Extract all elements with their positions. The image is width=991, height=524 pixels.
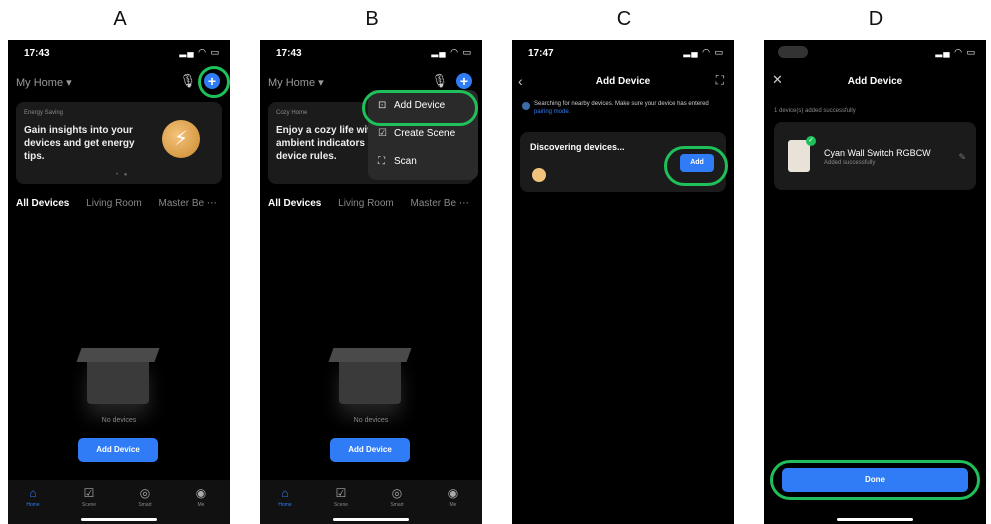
- status-time: 17:43: [276, 48, 302, 59]
- room-tabs: All Devices Living Room Master Be ⋯: [16, 198, 226, 209]
- highlight-ring: [362, 90, 478, 126]
- home-icon: ⌂: [29, 486, 37, 500]
- card-tag: Energy Saving: [24, 110, 64, 116]
- tab-home[interactable]: ⌂ Home: [260, 486, 310, 508]
- scene-icon: ☑: [378, 128, 387, 139]
- add-device-button[interactable]: Add Device: [330, 438, 410, 462]
- pairing-mode-link[interactable]: pairing mode.: [534, 109, 570, 115]
- plus-icon[interactable]: +: [456, 73, 472, 89]
- home-indicator: [837, 518, 913, 521]
- search-status: Searching for nearby devices. Make sure …: [522, 100, 724, 116]
- panel-label-b: B: [365, 8, 379, 30]
- tab-living-room[interactable]: Living Room: [338, 198, 394, 209]
- phone-screen-b: 17:43 ▂▄ ◠ ▭ My Home ▾ 🎙 + Cozy Home Enj…: [260, 40, 482, 524]
- scene-icon: ☑: [335, 486, 347, 500]
- tab-smart[interactable]: ◎ Smart: [372, 486, 422, 508]
- home-icon: ⌂: [281, 486, 289, 500]
- tab-all-devices[interactable]: All Devices: [268, 198, 321, 209]
- device-image: [788, 140, 810, 172]
- tab-master-bedroom[interactable]: Master Be ⋯: [159, 198, 217, 209]
- tab-me[interactable]: ◉ Me: [428, 486, 478, 508]
- empty-box-icon: [87, 358, 149, 404]
- empty-label: No devices: [101, 417, 137, 424]
- panel-label-d: D: [868, 8, 884, 30]
- home-indicator: [81, 518, 157, 521]
- home-selector[interactable]: My Home ▾: [268, 76, 324, 89]
- status-icons: ▂▄ ◠ ▭: [431, 47, 472, 57]
- panel-label-a: A: [113, 8, 127, 30]
- status-icons: ▂▄ ◠ ▭: [935, 47, 976, 57]
- status-icons: ▂▄ ◠ ▭: [179, 47, 220, 57]
- tab-me[interactable]: ◉ Me: [176, 486, 226, 508]
- home-selector[interactable]: My Home ▾: [16, 76, 72, 89]
- highlight-ring: [198, 66, 230, 98]
- add-device-button[interactable]: Add Device: [78, 438, 158, 462]
- radar-icon: [522, 102, 530, 110]
- card-text: Gain insights into your devices and get …: [24, 125, 135, 162]
- energy-card[interactable]: Energy Saving Gain insights into your de…: [16, 102, 222, 184]
- smart-icon: ◎: [139, 486, 151, 500]
- scan-icon: ⛶: [378, 156, 385, 167]
- me-icon: ◉: [195, 486, 207, 500]
- bottom-tabbar: ⌂ Home ☑ Scene ◎ Smart ◉ Me: [8, 480, 230, 524]
- microphone-icon[interactable]: 🎙: [431, 73, 448, 89]
- menu-scan[interactable]: ⛶ Scan: [378, 156, 417, 167]
- device-card[interactable]: ✓ Cyan Wall Switch RGBCW Added successfu…: [774, 122, 976, 190]
- bottom-tabbar: ⌂ Home ☑ Scene ◎ Smart ◉ Me: [260, 480, 482, 524]
- highlight-ring: [770, 460, 980, 500]
- phone-screen-a: 17:43 ▂▄ ◠ ▭ My Home ▾ 🎙 + Energy Saving…: [8, 40, 230, 524]
- discovering-label: Discovering devices...: [530, 142, 625, 152]
- microphone-icon[interactable]: 🎙: [179, 73, 196, 89]
- tab-smart[interactable]: ◎ Smart: [120, 486, 170, 508]
- empty-box-icon: [339, 358, 401, 404]
- success-count: 1 device(s) added successfully: [774, 108, 856, 114]
- scan-icon[interactable]: ⛶: [716, 73, 724, 88]
- status-icons: ▂▄ ◠ ▭: [683, 47, 724, 57]
- device-status: Added successfully: [824, 160, 876, 166]
- device-thumbnail: [532, 168, 546, 182]
- smart-icon: ◎: [391, 486, 403, 500]
- page-title: Add Device: [595, 76, 651, 87]
- device-name: Cyan Wall Switch RGBCW: [824, 148, 931, 158]
- phone-screen-c: 17:47 ▂▄ ◠ ▭ ‹ Add Device ⛶ Searching fo…: [512, 40, 734, 524]
- room-tabs: All Devices Living Room Master Be ⋯: [268, 198, 478, 209]
- tab-scene[interactable]: ☑ Scene: [64, 486, 114, 508]
- scene-icon: ☑: [83, 486, 95, 500]
- check-icon: ✓: [806, 136, 816, 146]
- bolt-icon: ⚡: [162, 120, 200, 158]
- tab-scene[interactable]: ☑ Scene: [316, 486, 366, 508]
- card-tag: Cozy Home: [276, 110, 308, 116]
- call-pill: [778, 46, 808, 58]
- phone-screen-d: ▂▄ ◠ ▭ ✕ Add Device 1 device(s) added su…: [764, 40, 986, 524]
- tab-master-bedroom[interactable]: Master Be ⋯: [411, 198, 469, 209]
- page-title: Add Device: [847, 76, 903, 87]
- highlight-ring: [664, 146, 728, 186]
- edit-icon[interactable]: ✎: [958, 152, 966, 163]
- panel-label-c: C: [616, 8, 632, 30]
- tab-living-room[interactable]: Living Room: [86, 198, 142, 209]
- tab-home[interactable]: ⌂ Home: [8, 486, 58, 508]
- home-indicator: [333, 518, 409, 521]
- menu-create-scene[interactable]: ☑ Create Scene: [378, 128, 455, 139]
- tab-all-devices[interactable]: All Devices: [16, 198, 69, 209]
- carousel-dots: • ●: [116, 172, 130, 178]
- status-time: 17:43: [24, 48, 50, 59]
- status-time: 17:47: [528, 48, 554, 59]
- me-icon: ◉: [447, 486, 459, 500]
- empty-label: No devices: [353, 417, 389, 424]
